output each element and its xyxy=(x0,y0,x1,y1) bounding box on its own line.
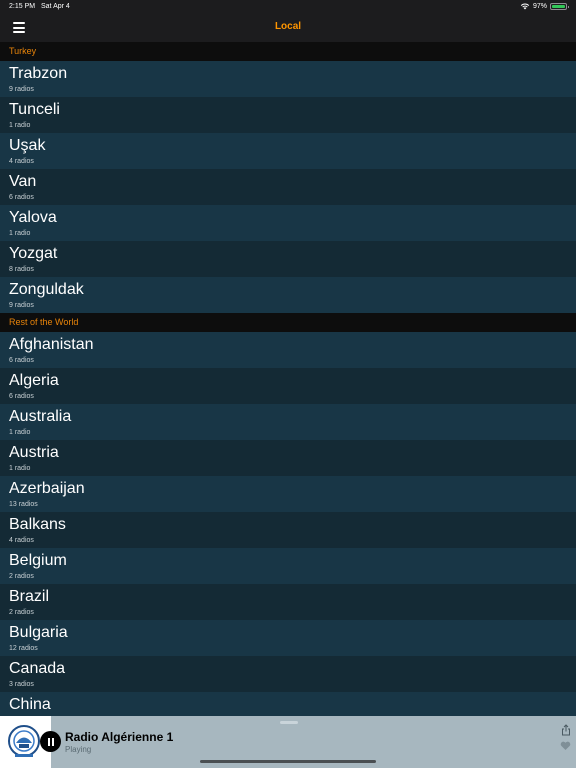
status-time: 2:15 PM xyxy=(9,3,36,10)
radio-count: 1 radio xyxy=(9,230,31,237)
list-item[interactable]: Tunceli 1 radio xyxy=(0,97,576,133)
region-name: Trabzon xyxy=(9,65,68,82)
list-item[interactable]: Canada 3 radios xyxy=(0,656,576,692)
player-grabber[interactable] xyxy=(280,721,298,724)
status-bar: 2:15 PM Sat Apr 4 97% xyxy=(0,0,576,14)
region-name: Yalova xyxy=(9,209,57,226)
list-item[interactable]: Yalova 1 radio xyxy=(0,205,576,241)
region-name: Tunceli xyxy=(9,101,60,118)
radio-count: 9 radios xyxy=(9,302,34,309)
battery-icon xyxy=(550,2,569,10)
wifi-icon xyxy=(520,3,530,10)
list-item[interactable]: Austria 1 radio xyxy=(0,440,576,476)
station-logo-icon xyxy=(8,725,40,757)
playback-state: Playing xyxy=(65,745,92,754)
region-name: Van xyxy=(9,173,37,190)
status-right: 97% xyxy=(520,2,569,10)
list-item[interactable]: Brazil 2 radios xyxy=(0,584,576,620)
nav-bar: Local xyxy=(0,14,576,42)
station-name: Radio Algérienne 1 xyxy=(65,730,174,744)
page-title: Local xyxy=(274,21,302,32)
section-header: Turkey xyxy=(0,42,576,61)
region-name: Austria xyxy=(9,444,59,461)
list-item[interactable]: Azerbaijan 13 radios xyxy=(0,476,576,512)
list-item[interactable]: Yozgat 8 radios xyxy=(0,241,576,277)
list-item[interactable]: Balkans 4 radios xyxy=(0,512,576,548)
section-header: Rest of the World xyxy=(0,313,576,332)
radio-count: 12 radios xyxy=(9,645,38,652)
region-name: Balkans xyxy=(9,516,66,533)
region-name: Azerbaijan xyxy=(9,480,85,497)
radio-count: 8 radios xyxy=(9,266,34,273)
list-item[interactable]: Belgium 2 radios xyxy=(0,548,576,584)
pause-icon xyxy=(47,737,50,746)
radio-count: 9 radios xyxy=(9,86,34,93)
heart-icon[interactable] xyxy=(560,741,571,751)
list-item[interactable]: Afghanistan 6 radios xyxy=(0,332,576,368)
region-name: Brazil xyxy=(9,588,50,605)
radio-count: 1 radio xyxy=(9,429,31,436)
region-name: Canada xyxy=(9,660,66,677)
region-name: Belgium xyxy=(9,552,67,569)
list-item[interactable]: Australia 1 radio xyxy=(0,404,576,440)
region-name: Uşak xyxy=(9,137,46,154)
region-name: Yozgat xyxy=(9,245,58,262)
share-icon[interactable] xyxy=(561,724,571,736)
region-list[interactable]: Turkey Trabzon 9 radios Tunceli 1 radio Uşak 4… xyxy=(0,42,576,728)
region-name: Zonguldak xyxy=(9,281,84,298)
region-name: Afghanistan xyxy=(9,336,94,353)
list-item[interactable]: Uşak 4 radios xyxy=(0,133,576,169)
pause-button[interactable] xyxy=(40,731,61,752)
region-name: Australia xyxy=(9,408,72,425)
radio-count: 4 radios xyxy=(9,158,34,165)
list-item[interactable]: Van 6 radios xyxy=(0,169,576,205)
radio-count: 1 radio xyxy=(9,122,31,129)
radio-count: 6 radios xyxy=(9,194,34,201)
radio-count: 2 radios xyxy=(9,609,34,616)
status-date: Sat Apr 4 xyxy=(41,3,70,10)
radio-count: 4 radios xyxy=(9,537,34,544)
radio-count: 13 radios xyxy=(9,501,38,508)
radio-count: 1 radio xyxy=(9,465,31,472)
list-item[interactable]: Zonguldak 9 radios xyxy=(0,277,576,313)
list-item[interactable]: Bulgaria 12 radios xyxy=(0,620,576,656)
radio-count: 2 radios xyxy=(9,573,34,580)
region-name: China xyxy=(9,696,51,713)
list-item[interactable]: Algeria 6 radios xyxy=(0,368,576,404)
radio-count: 6 radios xyxy=(9,357,34,364)
list-item[interactable]: Trabzon 9 radios xyxy=(0,61,576,97)
radio-count: 6 radios xyxy=(9,393,34,400)
home-indicator[interactable] xyxy=(200,760,376,763)
battery-percent: 97% xyxy=(532,2,547,10)
region-name: Bulgaria xyxy=(9,624,68,641)
region-name: Algeria xyxy=(9,372,59,389)
radio-count: 3 radios xyxy=(9,681,34,688)
